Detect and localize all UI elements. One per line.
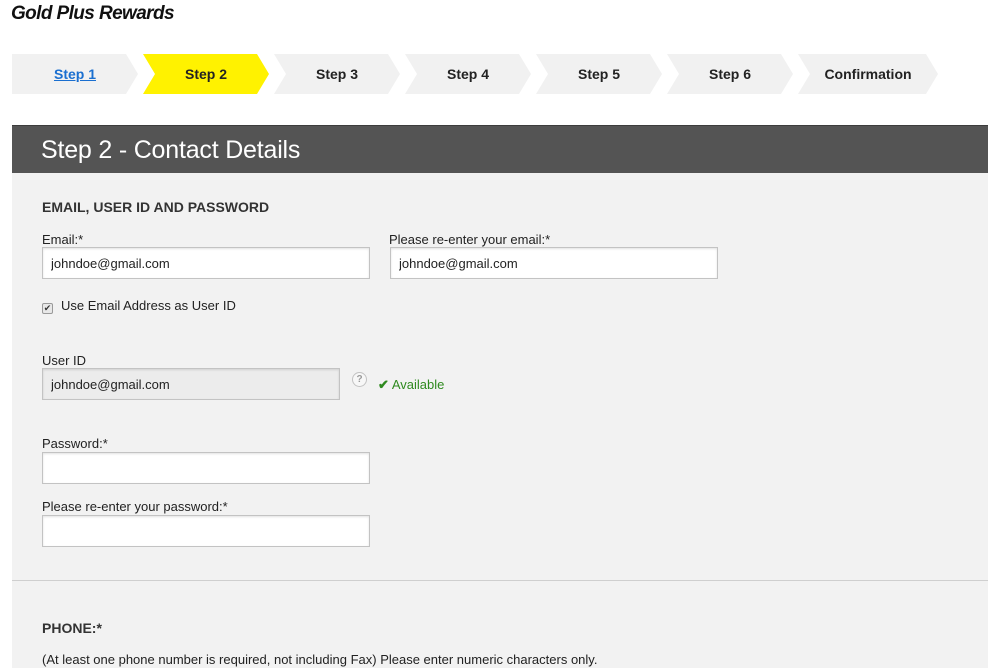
contact-details-form: EMAIL, USER ID AND PASSWORD Email:* Plea…	[12, 173, 988, 668]
phone-requirement-note: (At least one phone number is required, …	[42, 652, 598, 667]
panel-header: Step 2 - Contact Details	[12, 125, 988, 173]
step-6-tab: Step 6	[667, 54, 793, 94]
checkbox-check-icon: ✔	[43, 303, 52, 313]
password-confirm-field[interactable]	[42, 515, 370, 547]
email-confirm-label: Please re-enter your email:*	[389, 232, 551, 247]
step-6-label: Step 6	[708, 66, 751, 82]
use-email-as-userid-label: Use Email Address as User ID	[61, 298, 236, 313]
password-field[interactable]	[42, 452, 370, 484]
checkmark-icon: ✔	[378, 377, 389, 392]
step-2-tab: Step 2	[143, 54, 269, 94]
step-4-label: Step 4	[446, 66, 489, 82]
step-3-tab: Step 3	[274, 54, 400, 94]
confirmation-label: Confirmation	[824, 66, 912, 82]
step-progress-bar: Step 1 Step 2 Step 3 Step 4 Step 5 Step …	[12, 54, 942, 94]
step-5-tab: Step 5	[536, 54, 662, 94]
step-1-tab[interactable]: Step 1	[12, 54, 138, 94]
step-1-link[interactable]: Step 1	[54, 66, 96, 82]
phone-section-title: PHONE:*	[42, 620, 102, 636]
brand-logo: Gold Plus Rewards	[11, 3, 175, 24]
page-title: Step 2 - Contact Details	[41, 136, 301, 164]
step-3-label: Step 3	[315, 66, 358, 82]
email-confirm-field[interactable]	[390, 247, 718, 279]
password-confirm-label: Please re-enter your password:*	[42, 499, 228, 514]
email-label: Email:*	[42, 232, 84, 247]
availability-status: ✔ Available	[378, 377, 444, 393]
userid-label: User ID	[42, 353, 87, 368]
availability-text: Available	[391, 377, 445, 392]
email-field[interactable]	[42, 247, 370, 279]
step-4-tab: Step 4	[405, 54, 531, 94]
section-divider	[12, 580, 988, 581]
use-email-as-userid-checkbox[interactable]: ✔	[42, 303, 53, 314]
step-5-label: Step 5	[577, 66, 620, 82]
account-section-title: EMAIL, USER ID AND PASSWORD	[42, 199, 270, 215]
userid-field[interactable]	[42, 368, 340, 400]
password-label: Password:*	[42, 436, 108, 451]
confirmation-tab: Confirmation	[798, 54, 938, 94]
step-2-label: Step 2	[184, 66, 227, 82]
question-mark-icon[interactable]: ?	[352, 372, 367, 387]
